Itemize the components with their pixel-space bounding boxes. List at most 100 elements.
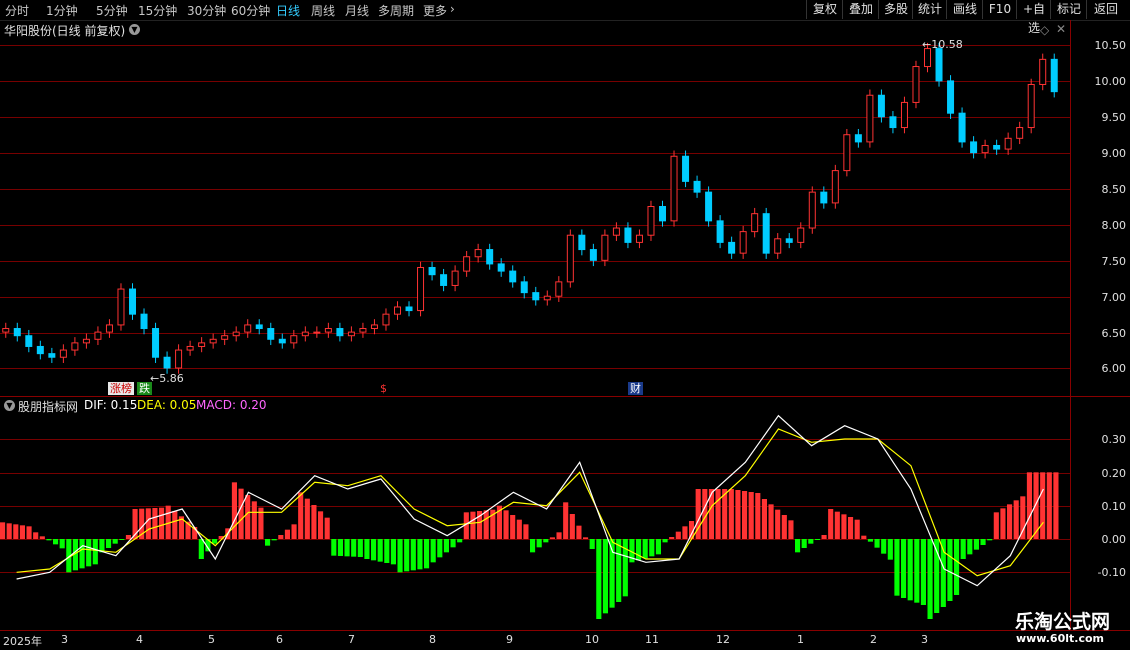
time-axis-label: 6 (276, 633, 283, 646)
macd-histogram-bar (430, 539, 436, 563)
price-label: 7.50 (1101, 255, 1127, 268)
candle (843, 128, 851, 177)
macd-histogram-bar (967, 539, 973, 555)
candle (209, 333, 217, 349)
macd-histogram-bar (145, 508, 151, 539)
macd-histogram-bar (834, 511, 840, 539)
macd-histogram-bar (371, 539, 377, 561)
event-finance[interactable]: 财 (628, 382, 643, 395)
price-label: 10.00 (1094, 75, 1127, 88)
macd-histogram-bar (987, 539, 993, 541)
macd-histogram-bar (536, 539, 542, 548)
event-limit-up-list[interactable]: 涨榜 (108, 382, 134, 395)
macd-histogram-bar (79, 539, 85, 569)
mark-button[interactable]: 标记 (1050, 0, 1087, 19)
period-tab-1min[interactable]: 1分钟 (46, 2, 78, 19)
candle (659, 200, 666, 227)
time-axis-label: 7 (348, 633, 355, 646)
macd-histogram-bar (417, 539, 423, 570)
candle (324, 322, 332, 338)
candle (163, 351, 171, 374)
macd-histogram-bar (324, 517, 330, 539)
macd-histogram-bar (271, 539, 277, 541)
candle (290, 329, 298, 349)
watermark-url: www.60lt.com (1015, 632, 1104, 645)
macd-indicator-chart[interactable] (0, 398, 1070, 630)
candle (866, 89, 874, 148)
candle (278, 333, 286, 349)
candle (555, 276, 563, 302)
candle (13, 322, 21, 342)
macd-histogram-bar (795, 539, 801, 553)
event-drop[interactable]: 跌 (137, 382, 152, 395)
candle (2, 322, 10, 338)
back-button[interactable]: 返回 (1086, 0, 1125, 19)
period-tab-60min[interactable]: 60分钟 (231, 2, 270, 19)
period-tab-more[interactable]: 更多 (423, 2, 447, 19)
macd-histogram-bar (954, 539, 960, 595)
f10-button[interactable]: F10 (982, 0, 1017, 19)
macd-histogram-bar (172, 511, 178, 539)
draw-line-button[interactable]: 画线 (946, 0, 983, 19)
candle (728, 236, 736, 259)
multi-stock-button[interactable]: 多股 (878, 0, 913, 19)
period-tab-fenshi[interactable]: 分时 (5, 2, 29, 19)
macd-histogram-bar (636, 539, 642, 561)
time-axis-label: 9 (506, 633, 513, 646)
macd-histogram-bar (46, 539, 52, 541)
macd-histogram-bar (973, 539, 979, 550)
macd-histogram-bar (377, 539, 383, 562)
candle (186, 340, 194, 356)
candle (774, 233, 782, 259)
macd-histogram-bar (616, 539, 622, 602)
price-label: 6.50 (1101, 327, 1127, 340)
macd-histogram-bar (53, 539, 59, 545)
event-dollar[interactable]: $ (378, 382, 389, 395)
add-watchlist-button[interactable]: +自选 (1016, 0, 1051, 35)
macd-histogram-bar (960, 539, 966, 559)
candle (1027, 78, 1035, 134)
overlay-button[interactable]: 叠加 (842, 0, 879, 19)
macd-histogram-bar (457, 539, 463, 543)
candle (947, 75, 955, 119)
chevron-right-icon[interactable]: › (450, 2, 455, 16)
time-axis-label: 10 (585, 633, 599, 646)
macd-histogram-bar (768, 504, 774, 539)
dif-line (16, 414, 1044, 587)
candle (532, 286, 540, 306)
period-tab-15min[interactable]: 15分钟 (138, 2, 177, 19)
period-tab-5min[interactable]: 5分钟 (96, 2, 128, 19)
period-tab-multi[interactable]: 多周期 (378, 2, 414, 19)
macd-histogram-bar (284, 529, 290, 539)
candle (624, 222, 632, 249)
macd-histogram-bar (583, 537, 589, 539)
period-tab-monthly[interactable]: 月线 (345, 2, 369, 19)
axis-border (1070, 20, 1071, 632)
candle (370, 319, 378, 335)
macd-histogram-bar (198, 539, 204, 559)
macd-histogram-bar (569, 514, 575, 539)
macd-histogram-bar (152, 508, 158, 539)
macd-histogram-bar (901, 539, 907, 598)
period-tab-daily[interactable]: 日线 (276, 2, 300, 19)
candle (797, 222, 805, 249)
macd-histogram-bar (735, 490, 741, 539)
macd-histogram-bar (0, 522, 6, 539)
candle (497, 258, 505, 277)
macd-histogram-bar (265, 539, 271, 546)
candle (509, 265, 517, 288)
macd-histogram-bar (404, 539, 410, 572)
period-tab-30min[interactable]: 30分钟 (187, 2, 226, 19)
macd-histogram-bar (364, 539, 370, 559)
fuquan-button[interactable]: 复权 (806, 0, 843, 19)
statistics-button[interactable]: 统计 (912, 0, 947, 19)
macd-histogram-bar (602, 539, 608, 614)
macd-histogram-bar (669, 537, 675, 539)
price-label: 8.00 (1101, 219, 1127, 232)
period-tab-weekly[interactable]: 周线 (311, 2, 335, 19)
candlestick-chart[interactable] (0, 21, 1070, 396)
indicator-scale-label: 0.10 (1101, 500, 1127, 513)
candle (244, 319, 252, 338)
macd-histogram-bar (947, 539, 953, 601)
high-price-marker: ←10.58 (922, 38, 963, 51)
